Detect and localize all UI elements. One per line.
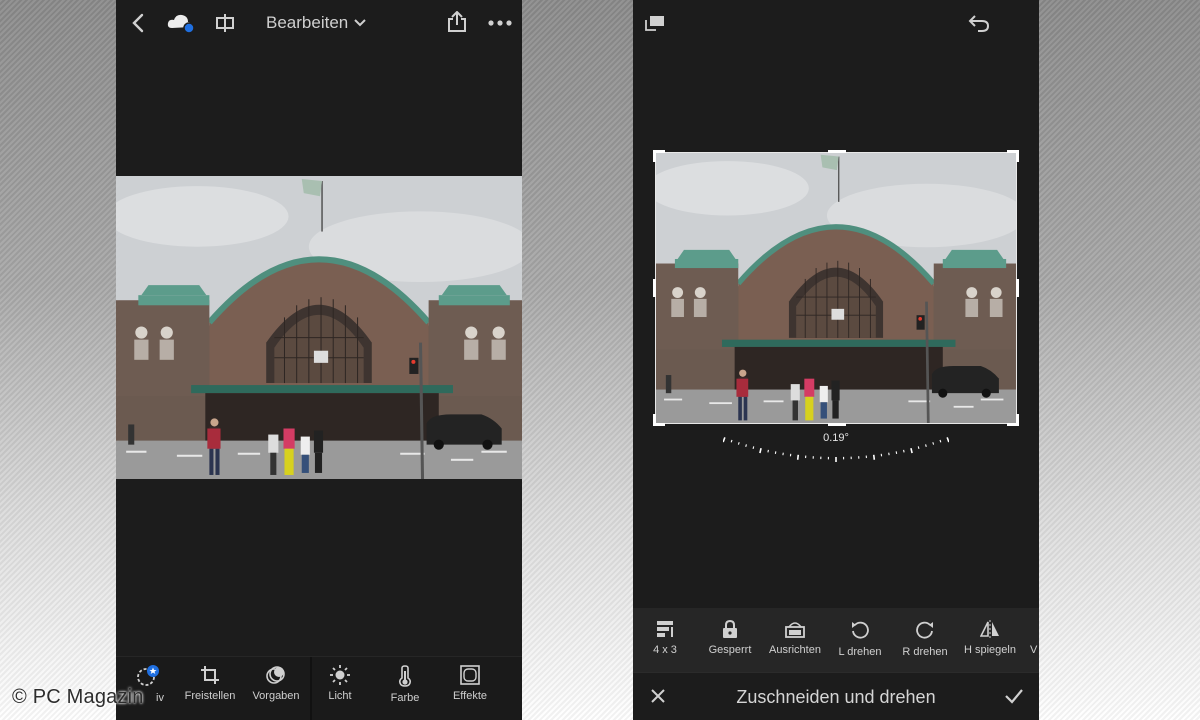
cloud-sync-icon bbox=[167, 14, 195, 34]
crop-handle-bottom-right[interactable] bbox=[1007, 414, 1019, 426]
share-icon bbox=[448, 11, 466, 32]
thermometer-icon bbox=[398, 665, 412, 687]
auto-magic-icon bbox=[137, 665, 159, 686]
chevron-down-icon bbox=[354, 19, 366, 27]
undo-icon bbox=[968, 15, 990, 32]
tool-lock[interactable]: Gesperrt bbox=[695, 620, 765, 656]
crop-handle-left[interactable] bbox=[653, 279, 656, 297]
phone-screen-crop: 0.19° 4 x 3 Gesperrt Ausrichten L drehen… bbox=[633, 0, 1039, 720]
dial-tick bbox=[903, 449, 905, 453]
dial-tick bbox=[932, 442, 935, 445]
confirm-button[interactable] bbox=[1003, 685, 1025, 707]
tool-light[interactable]: Licht bbox=[308, 665, 372, 702]
back-chevron-icon bbox=[132, 13, 144, 33]
edit-toolbar: iv Freistellen Vorgaben Licht Farbe Effe… bbox=[116, 656, 522, 720]
tool-flip-vertical-label: V bbox=[1030, 644, 1038, 656]
dial-tick bbox=[745, 444, 747, 447]
crop-handle-top-right[interactable] bbox=[1007, 150, 1019, 162]
crop-handle-bottom-left[interactable] bbox=[653, 414, 665, 426]
undo-button[interactable] bbox=[967, 12, 991, 34]
dial-tick bbox=[917, 446, 920, 449]
top-bar: Bearbeiten bbox=[116, 0, 522, 46]
tool-effects-label: Effekte bbox=[452, 690, 488, 702]
crop-mode-title: Zuschneiden und drehen bbox=[736, 687, 936, 707]
lock-icon bbox=[723, 620, 737, 638]
aspect-ratio-icon bbox=[657, 621, 673, 637]
straighten-dial[interactable] bbox=[723, 422, 949, 462]
tool-color-label: Farbe bbox=[390, 692, 420, 704]
flip-horizontal-icon bbox=[980, 620, 999, 638]
tool-rotate-right-label: R drehen bbox=[902, 646, 948, 658]
tool-crop-label: Freistellen bbox=[184, 690, 236, 702]
phone-screen-edit: Bearbeiten iv Freistellen Vorgaben Licht… bbox=[116, 0, 522, 720]
page-title: Bearbeiten bbox=[266, 13, 349, 32]
dial-tick bbox=[910, 448, 913, 454]
dial-tick bbox=[872, 454, 876, 460]
auto-straighten-icon bbox=[785, 622, 805, 638]
tool-rotate-right[interactable]: R drehen bbox=[890, 620, 960, 658]
compare-split-icon bbox=[216, 14, 234, 32]
watermark: © PC Magazin bbox=[12, 686, 144, 708]
dial-tick bbox=[759, 448, 762, 454]
dial-tick bbox=[796, 454, 800, 460]
crop-icon bbox=[201, 666, 219, 684]
dial-tick bbox=[767, 449, 769, 453]
back-button[interactable] bbox=[128, 12, 148, 34]
tool-presets[interactable]: Vorgaben bbox=[244, 665, 308, 702]
aspect-orientation-icon bbox=[645, 16, 664, 31]
aspect-orientation-button[interactable] bbox=[643, 12, 667, 34]
rotate-right-icon bbox=[916, 621, 933, 639]
dial-tick bbox=[723, 437, 726, 443]
tool-effects[interactable]: Effekte bbox=[438, 665, 502, 702]
dial-tick bbox=[737, 442, 740, 445]
tool-rotate-left-label: L drehen bbox=[838, 646, 882, 658]
checkmark-icon bbox=[1005, 689, 1023, 704]
sun-icon bbox=[330, 665, 350, 685]
more-dots-icon bbox=[488, 20, 512, 26]
rotate-left-icon bbox=[852, 621, 869, 639]
crop-handle-top[interactable] bbox=[828, 150, 846, 153]
edit-mode-dropdown[interactable]: Bearbeiten bbox=[266, 10, 366, 36]
dial-tick bbox=[730, 439, 733, 443]
tool-straighten[interactable]: Ausrichten bbox=[760, 620, 830, 656]
tool-rotate-left[interactable]: L drehen bbox=[825, 620, 895, 658]
presets-icon bbox=[266, 666, 285, 684]
crop-top-bar bbox=[633, 0, 1039, 46]
dial-tick bbox=[925, 444, 927, 447]
crop-footer-bar: Zuschneiden und drehen bbox=[633, 672, 1039, 720]
photo-preview[interactable] bbox=[116, 176, 522, 479]
dial-tick bbox=[946, 437, 949, 443]
more-options-button[interactable] bbox=[486, 12, 514, 34]
tool-straighten-label: Ausrichten bbox=[769, 644, 821, 656]
cloud-sync-button[interactable] bbox=[166, 12, 196, 34]
dial-tick bbox=[939, 439, 942, 443]
dial-tick bbox=[752, 446, 755, 449]
effects-icon bbox=[460, 665, 480, 685]
tool-flip-vertical[interactable]: V bbox=[999, 620, 1039, 656]
compare-button[interactable] bbox=[214, 12, 236, 34]
tool-lock-label: Gesperrt bbox=[708, 644, 752, 656]
tool-light-label: Licht bbox=[328, 690, 352, 702]
crop-tools-bar: 4 x 3 Gesperrt Ausrichten L drehen R dre… bbox=[633, 608, 1039, 672]
tool-crop[interactable]: Freistellen bbox=[178, 665, 242, 702]
tool-presets-label: Vorgaben bbox=[252, 690, 300, 702]
share-button[interactable] bbox=[446, 10, 468, 34]
tool-aspect-ratio-label: 4 x 3 bbox=[653, 644, 677, 656]
crop-frame[interactable] bbox=[653, 150, 1019, 426]
crop-handle-top-left[interactable] bbox=[653, 150, 665, 162]
tool-color[interactable]: Farbe bbox=[373, 665, 437, 704]
crop-handle-right[interactable] bbox=[1016, 279, 1019, 297]
tool-aspect-ratio[interactable]: 4 x 3 bbox=[633, 620, 700, 656]
